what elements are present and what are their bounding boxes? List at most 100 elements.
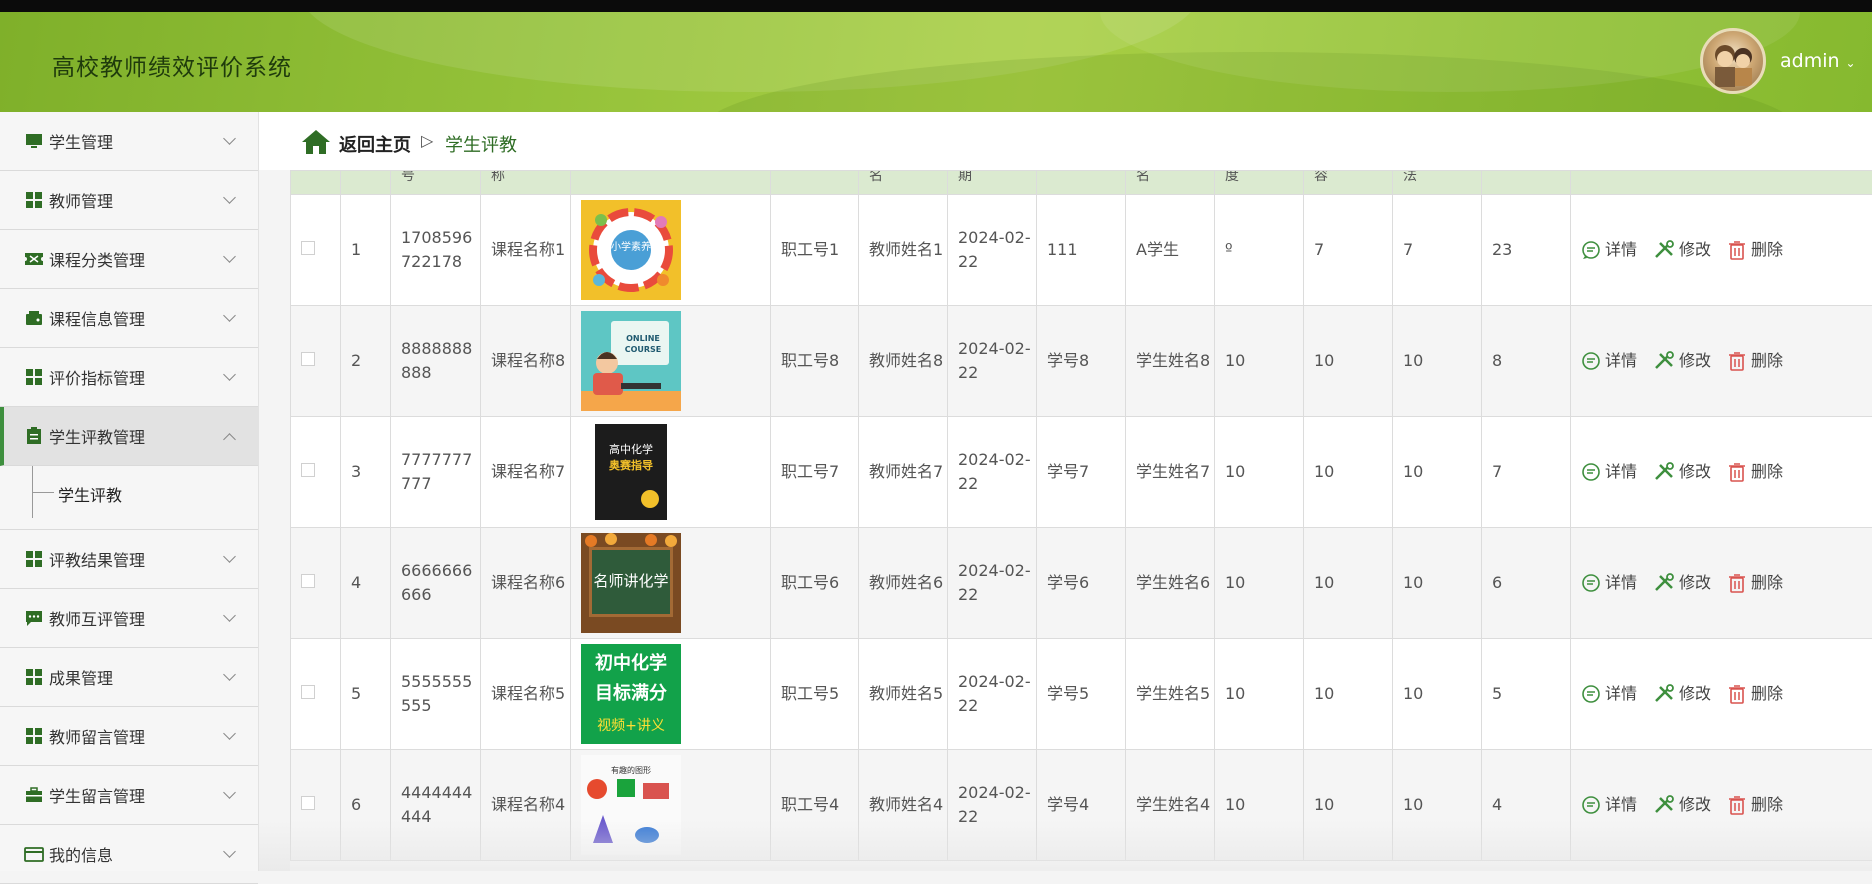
student-name: 学生姓名5 <box>1126 639 1215 750</box>
eval-date: 2024-02-22 <box>948 417 1037 528</box>
sidebar-item-eval-results[interactable]: 评教结果管理 <box>0 530 258 589</box>
ticket-icon <box>24 249 44 269</box>
row-checkbox[interactable] <box>301 352 315 366</box>
staff-no: 职工号6 <box>771 528 859 639</box>
actions-cell: 详情 修改 删除 <box>1571 639 1872 750</box>
avatar[interactable] <box>1700 28 1766 94</box>
trash-icon <box>1727 795 1747 815</box>
delete-button[interactable]: 删除 <box>1727 793 1783 817</box>
row-index: 5 <box>341 639 391 750</box>
edit-button[interactable]: 修改 <box>1653 571 1711 595</box>
column-header: 度 <box>1215 171 1304 195</box>
chat-icon <box>24 608 44 628</box>
delete-button[interactable]: 删除 <box>1727 238 1783 262</box>
sidebar-item-achievements[interactable]: 成果管理 <box>0 648 258 707</box>
table-row: 2 8888888888 课程名称8 ONLINE COURSE <box>291 306 1872 417</box>
cover-cell: 初中化学 目标满分 视频+讲义 <box>571 639 771 750</box>
row-checkbox[interactable] <box>301 685 315 699</box>
detail-button[interactable]: 详情 <box>1581 238 1637 262</box>
detail-icon <box>1581 795 1601 815</box>
row-select-cell <box>291 306 341 417</box>
app-header: 高校教师绩效评价系统 admin⌄ <box>0 12 1872 112</box>
detail-button[interactable]: 详情 <box>1581 460 1637 484</box>
teacher-name: 教师姓名8 <box>859 306 948 417</box>
sidebar-item-my-info[interactable]: 我的信息 <box>0 825 258 884</box>
breadcrumb-separator: ▷ <box>421 131 433 150</box>
total-score: 8 <box>1482 306 1571 417</box>
student-no: 学号5 <box>1037 639 1126 750</box>
chevron-down-icon <box>223 609 236 622</box>
delete-button[interactable]: 删除 <box>1727 460 1783 484</box>
sidebar-item-student-mgmt[interactable]: 学生管理 <box>0 112 258 171</box>
score-2: 10 <box>1304 639 1393 750</box>
course-code: 8888888888 <box>391 306 481 417</box>
detail-button[interactable]: 详情 <box>1581 793 1637 817</box>
row-checkbox[interactable] <box>301 796 315 810</box>
staff-no: 职工号5 <box>771 639 859 750</box>
chevron-down-icon: ⌄ <box>1846 56 1856 70</box>
row-checkbox[interactable] <box>301 241 315 255</box>
cover-text: ONLINE COURSE <box>621 333 665 355</box>
eval-date: 2024-02-22 <box>948 306 1037 417</box>
edit-button[interactable]: 修改 <box>1653 349 1711 373</box>
staff-no: 职工号7 <box>771 417 859 528</box>
score-3: 10 <box>1393 528 1482 639</box>
sidebar-item-label: 教师留言管理 <box>49 724 145 748</box>
table-row: 3 7777777777 课程名称7 高中化学 奥赛指导 职工号7 教师姓名7 … <box>291 417 1872 528</box>
breadcrumb: 返回主页 ▷ 学生评教 <box>259 112 1872 170</box>
row-select-cell <box>291 417 341 528</box>
detail-button[interactable]: 详情 <box>1581 349 1637 373</box>
column-header: 名 <box>1126 171 1215 195</box>
student-name: 学生姓名7 <box>1126 417 1215 528</box>
course-name: 课程名称4 <box>481 750 571 861</box>
row-index: 2 <box>341 306 391 417</box>
row-checkbox[interactable] <box>301 574 315 588</box>
user-menu[interactable]: admin ⌄ <box>1780 50 1856 72</box>
sidebar-item-teacher-messages[interactable]: 教师留言管理 <box>0 707 258 766</box>
sidebar-item-peer-review[interactable]: 教师互评管理 <box>0 589 258 648</box>
cover-text: 初中化学 <box>581 652 681 676</box>
actions-cell: 详情 修改 删除 <box>1571 417 1872 528</box>
home-icon[interactable] <box>301 128 331 160</box>
score-1: 10 <box>1215 306 1304 417</box>
cover-text: 小学素养 <box>609 242 653 253</box>
score-3: 10 <box>1393 750 1482 861</box>
edit-button[interactable]: 修改 <box>1653 238 1711 262</box>
data-table: 号 称 名 期 名 度 容 法 1 1708596722178 课程名 <box>290 170 1872 861</box>
sidebar-item-eval-index[interactable]: 评价指标管理 <box>0 348 258 407</box>
table-row: 6 4444444444 课程名称4 有趣的图形 <box>291 750 1872 861</box>
eval-date: 2024-02-22 <box>948 528 1037 639</box>
course-name: 课程名称6 <box>481 528 571 639</box>
row-checkbox[interactable] <box>301 463 315 477</box>
tree-line <box>32 492 54 493</box>
sidebar-item-course-category[interactable]: 课程分类管理 <box>0 230 258 289</box>
cover-cell: ONLINE COURSE <box>571 306 771 417</box>
username: admin <box>1780 50 1840 72</box>
grid-icon <box>24 190 44 210</box>
student-name: A学生 <box>1126 195 1215 306</box>
sidebar-item-student-eval[interactable]: 学生评教管理 <box>0 407 258 466</box>
score-2: 10 <box>1304 750 1393 861</box>
staff-no: 职工号1 <box>771 195 859 306</box>
student-no: 111 <box>1037 195 1126 306</box>
wrench-icon <box>1653 573 1675 593</box>
score-1: 10 <box>1215 417 1304 528</box>
score-2: 7 <box>1304 195 1393 306</box>
edit-button[interactable]: 修改 <box>1653 793 1711 817</box>
delete-button[interactable]: 删除 <box>1727 682 1783 706</box>
chevron-up-icon <box>223 433 236 446</box>
submenu-student-eval[interactable]: 学生评教 <box>0 466 258 530</box>
edit-button[interactable]: 修改 <box>1653 460 1711 484</box>
student-no: 学号7 <box>1037 417 1126 528</box>
sidebar-item-teacher-mgmt[interactable]: 教师管理 <box>0 171 258 230</box>
trash-icon <box>1727 351 1747 371</box>
delete-button[interactable]: 删除 <box>1727 571 1783 595</box>
detail-button[interactable]: 详情 <box>1581 682 1637 706</box>
data-table-container: 号 称 名 期 名 度 容 法 1 1708596722178 课程名 <box>290 170 1872 871</box>
sidebar-item-course-info[interactable]: 课程信息管理 <box>0 289 258 348</box>
sidebar-item-student-messages[interactable]: 学生留言管理 <box>0 766 258 825</box>
edit-button[interactable]: 修改 <box>1653 682 1711 706</box>
delete-button[interactable]: 删除 <box>1727 349 1783 373</box>
home-link[interactable]: 返回主页 <box>339 131 411 157</box>
detail-button[interactable]: 详情 <box>1581 571 1637 595</box>
